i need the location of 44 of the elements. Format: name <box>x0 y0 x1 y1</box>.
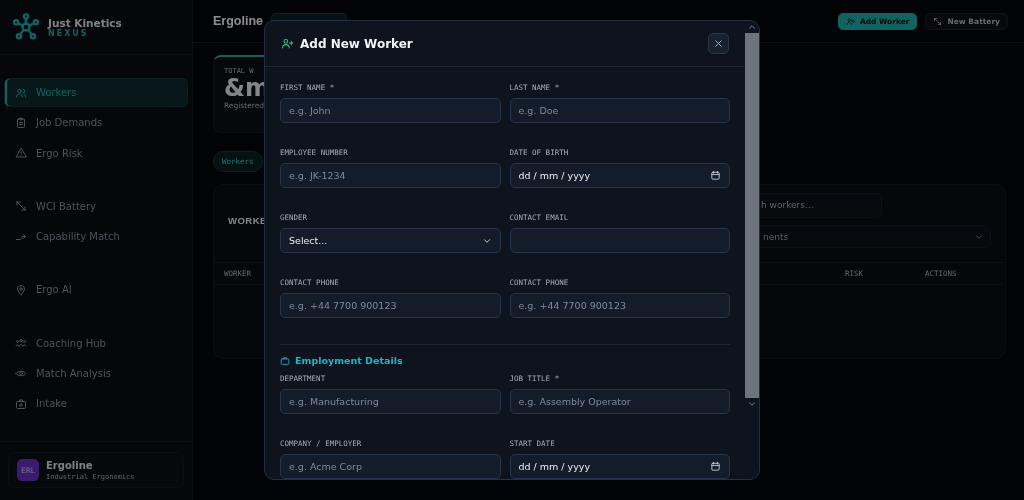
scrollbar-thumb[interactable] <box>745 33 759 398</box>
sidebar-item[interactable]: Ergo AI <box>4 275 188 305</box>
user-plus-icon <box>845 16 855 26</box>
input-field[interactable]: e.g. Doe <box>509 98 730 123</box>
sidebar-item[interactable]: Capability Match <box>4 222 188 252</box>
close-button[interactable] <box>708 33 729 54</box>
input-field[interactable]: e.g. John <box>280 98 501 123</box>
section-heading: Employment Details <box>295 355 403 366</box>
input-field[interactable]: e.g. Manufacturing <box>280 389 501 414</box>
users-icon <box>15 86 27 99</box>
card-title: WORKE <box>228 214 268 228</box>
diagonal-arrows-icon <box>933 16 943 26</box>
brand-name: Just Kinetics <box>48 16 122 29</box>
product-name: NEXUS <box>48 28 90 38</box>
user-plus-icon <box>281 37 294 50</box>
briefcase-icon <box>280 355 290 366</box>
input-field[interactable]: e.g. Acme Corp <box>280 454 501 479</box>
warning-icon <box>15 147 27 160</box>
input-field[interactable]: e.g. +44 7700 900123 <box>509 293 730 318</box>
date-field[interactable]: dd / mm / yyyy <box>509 454 730 479</box>
location-pin-icon <box>15 284 27 296</box>
sidebar-item[interactable]: Workers <box>4 78 188 107</box>
input-field[interactable]: e.g. JK-1234 <box>280 163 501 188</box>
input-field[interactable]: e.g. Assembly Operator <box>509 389 730 414</box>
close-icon <box>713 38 724 49</box>
input-field[interactable]: e.g. +44 7700 900123 <box>280 293 501 318</box>
sidebar-item[interactable]: Job Demands <box>4 108 188 138</box>
date-field[interactable]: dd / mm / yyyy <box>509 163 730 188</box>
gender-select[interactable]: Select... <box>280 228 501 253</box>
workspace-name: Ergoline <box>46 459 94 471</box>
sidebar-item[interactable]: Coaching Hub <box>4 328 188 358</box>
calendar-icon[interactable] <box>710 461 721 472</box>
sidebar-item[interactable]: WCI Battery <box>4 191 188 221</box>
input-field[interactable] <box>509 228 730 253</box>
clipboard-icon <box>15 116 27 129</box>
dialog-title: Add New Worker <box>300 36 413 51</box>
sidebar-item[interactable]: Ergo Risk <box>4 138 188 168</box>
calendar-icon[interactable] <box>710 170 721 181</box>
medical-kit-icon <box>15 397 27 410</box>
diagonal-arrows-icon <box>15 200 27 213</box>
network-logo-icon <box>12 13 40 41</box>
page-title: Ergoline <box>213 14 263 28</box>
sidebar-item[interactable]: Intake <box>4 389 188 419</box>
sidebar-item[interactable]: Match Analysis <box>4 359 188 389</box>
